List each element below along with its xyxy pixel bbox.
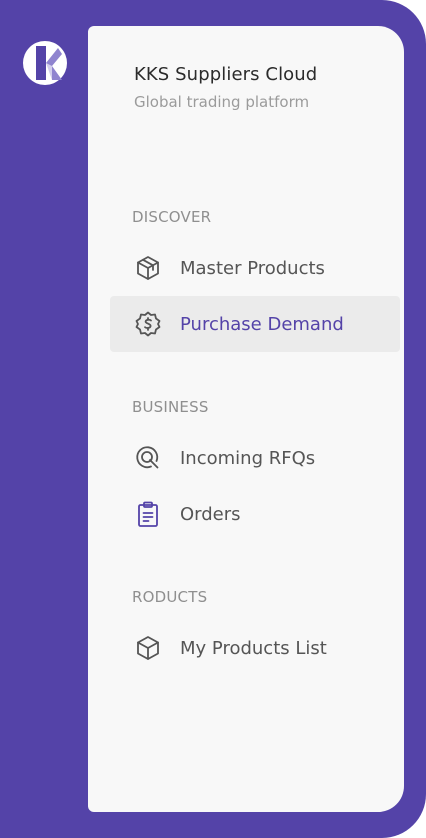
section-business: BUSINESS [132,398,209,416]
sidebar-panel: KKS Suppliers Cloud Global trading platf… [88,26,404,812]
sidebar-item-orders[interactable]: Orders [110,486,400,542]
cube-box-icon [134,254,162,282]
clipboard-icon [134,500,162,528]
section-discover: DISCOVER [132,208,212,226]
sidebar-item-master-products[interactable]: Master Products [110,240,400,296]
app-subtitle: Global trading platform [134,93,310,111]
section-products: RODUCTS [132,588,208,606]
sidebar-item-incoming-rfqs[interactable]: Incoming RFQs [110,430,400,486]
sidebar-item-label: Orders [180,503,241,525]
dollar-badge-icon [134,310,162,338]
app-frame: KKS Suppliers Cloud Global trading platf… [0,0,426,838]
box-icon [134,634,162,662]
sidebar-item-label: Incoming RFQs [180,447,316,469]
sidebar-item-label: Master Products [180,257,325,279]
kks-logo-icon[interactable] [22,40,68,86]
sidebar-item-label: My Products List [180,637,327,659]
sidebar-item-my-products-list[interactable]: My Products List [110,620,400,676]
app-title: KKS Suppliers Cloud [134,64,318,85]
sidebar-item-purchase-demand[interactable]: Purchase Demand [110,296,400,352]
sidebar-item-label: Purchase Demand [180,313,344,335]
target-search-icon [134,444,162,472]
